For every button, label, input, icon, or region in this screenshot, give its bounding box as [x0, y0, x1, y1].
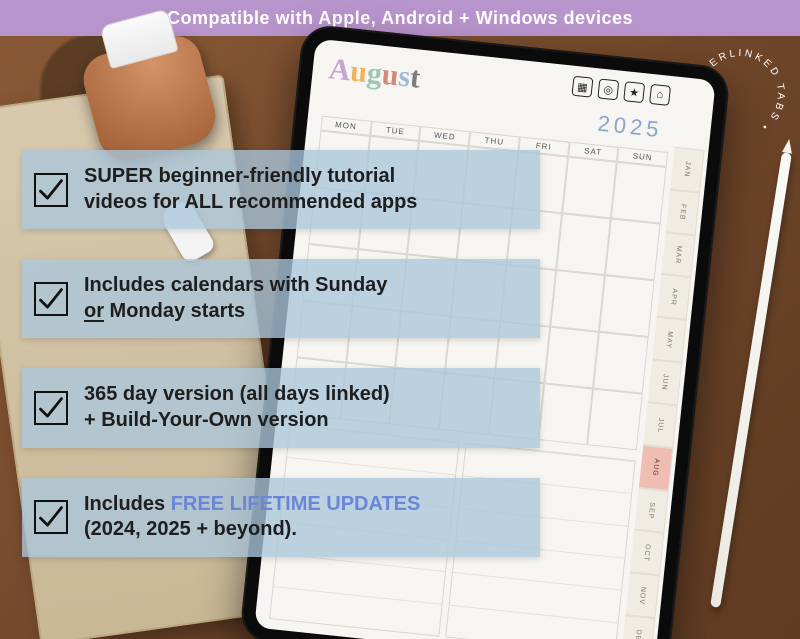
calendar-icon[interactable]: ▦ [571, 76, 593, 98]
tab-nov[interactable]: NOV [625, 573, 659, 619]
accent-free-updates: FREE LIFETIME UPDATES [171, 493, 421, 515]
tab-dec[interactable]: DEC [621, 615, 655, 639]
feature-versions: 365 day version (all days linked) + Buil… [22, 368, 540, 447]
checkmark-icon [34, 282, 68, 316]
apple-pencil-prop [710, 152, 792, 608]
checkmark-icon [34, 173, 68, 207]
tab-jan[interactable]: JAN [670, 147, 704, 193]
feature-week-start: Includes calendars with Sunday or Monday… [22, 259, 540, 338]
checkmark-icon [34, 500, 68, 534]
feature-tutorials: SUPER beginner-friendly tutorial videos … [22, 150, 540, 229]
grid-icon[interactable]: ◎ [597, 78, 619, 100]
checkmark-icon [34, 391, 68, 425]
banner-text: Compatible with Apple, Android + Windows… [167, 8, 633, 29]
underline-or: or [84, 300, 104, 322]
feature-updates: Includes FREE LIFETIME UPDATES (2024, 20… [22, 478, 540, 557]
feature-text-line2: + Build-Your-Own version [84, 409, 329, 431]
tab-feb[interactable]: FEB [666, 189, 700, 235]
feature-text-line1: Includes calendars with Sunday [84, 274, 387, 296]
month-title: August [327, 52, 422, 95]
tab-jun[interactable]: JUN [648, 360, 682, 406]
tab-sep[interactable]: SEP [634, 487, 668, 533]
year-label: 2025 [596, 111, 663, 144]
tab-may[interactable]: MAY [652, 317, 686, 363]
tab-apr[interactable]: APR [657, 274, 691, 320]
feature-list: SUPER beginner-friendly tutorial videos … [22, 150, 540, 557]
tab-oct[interactable]: OCT [630, 530, 664, 576]
feature-text-line2: (2024, 2025 + beyond). [84, 518, 297, 540]
tab-mar[interactable]: MAR [661, 232, 695, 278]
feature-text-line2: videos for ALL recommended apps [84, 191, 417, 213]
planner-toolbar: ▦ ◎ ★ ⌂ [571, 76, 671, 106]
product-scene: Compatible with Apple, Android + Windows… [0, 0, 800, 639]
tab-aug[interactable]: AUG [639, 445, 673, 491]
home-icon[interactable]: ⌂ [649, 84, 671, 106]
feature-text-line1: SUPER beginner-friendly tutorial [84, 165, 395, 187]
feature-text-line1: 365 day version (all days linked) [84, 383, 390, 405]
tab-jul[interactable]: JUL [643, 402, 677, 448]
star-icon[interactable]: ★ [623, 81, 645, 103]
